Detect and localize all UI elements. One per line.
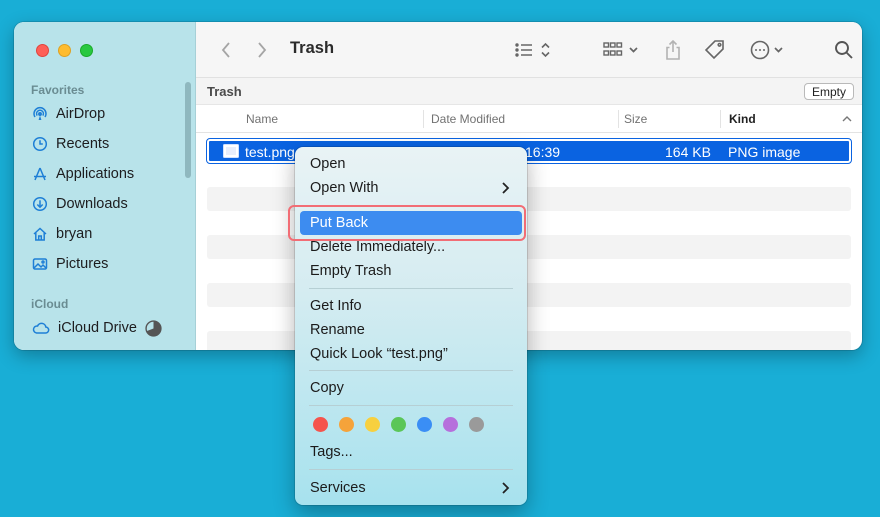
search-button[interactable] [834, 38, 854, 62]
sidebar-scrollbar[interactable] [185, 82, 191, 178]
column-size[interactable]: Size [624, 112, 647, 126]
menu-item-tags[interactable]: Tags... [300, 440, 522, 464]
group-by-button[interactable] [602, 38, 642, 62]
sidebar-item-label: bryan [56, 226, 93, 242]
column-name[interactable]: Name [246, 112, 278, 126]
sidebar-item-applications[interactable]: Applications [32, 162, 134, 186]
file-modified-time: 16:39 [525, 144, 561, 160]
sidebar: Favorites AirDrop Recents Applications D… [14, 22, 196, 350]
menu-item-get-info[interactable]: Get Info [300, 294, 522, 318]
share-button[interactable] [664, 38, 682, 62]
clock-icon [32, 136, 48, 152]
tag-purple-swatch[interactable] [443, 417, 458, 432]
menu-separator [309, 288, 513, 289]
column-divider [720, 110, 721, 128]
menu-item-rename[interactable]: Rename [300, 318, 522, 342]
chevron-right-icon [258, 42, 267, 58]
chevron-right-icon [502, 182, 510, 194]
window-title: Trash [290, 39, 335, 57]
sidebar-section-favorites: Favorites [31, 83, 85, 97]
menu-item-quick-look[interactable]: Quick Look “test.png” [300, 342, 522, 366]
tag-gray-swatch[interactable] [469, 417, 484, 432]
ellipsis-circle-icon [750, 40, 783, 60]
sidebar-item-label: Recents [56, 136, 110, 152]
home-icon [33, 227, 47, 241]
view-options-button[interactable] [514, 38, 554, 62]
sidebar-item-label: Downloads [56, 196, 128, 212]
chevron-right-icon [502, 482, 510, 494]
sidebar-item-label: Applications [56, 166, 135, 182]
grid-group-icon [603, 42, 638, 56]
sidebar-item-airdrop[interactable]: AirDrop [32, 102, 105, 126]
tag-blue-swatch[interactable] [417, 417, 432, 432]
empty-trash-button[interactable]: Empty [803, 83, 854, 100]
menu-item-label: Services [310, 480, 366, 496]
window-controls [36, 44, 93, 57]
sidebar-item-label: Pictures [56, 256, 109, 272]
sidebar-item-label: AirDrop [56, 106, 106, 122]
download-icon [32, 196, 48, 212]
sidebar-item-downloads[interactable]: Downloads [32, 192, 128, 216]
path-bar: Trash Empty [196, 78, 862, 105]
minimize-button[interactable] [58, 44, 71, 57]
menu-separator [309, 370, 513, 371]
menu-separator [309, 469, 513, 470]
tag-icon [704, 40, 724, 60]
context-menu: Open Open With Put Back Delete Immediate… [295, 147, 527, 505]
file-kind: PNG image [728, 144, 801, 160]
chevron-left-icon [221, 42, 230, 58]
sidebar-item-label: iCloud Drive [58, 320, 137, 336]
back-button[interactable] [220, 38, 232, 62]
column-divider [423, 110, 424, 128]
tag-yellow-swatch[interactable] [365, 417, 380, 432]
pictures-icon [32, 258, 48, 270]
list-view-icon [515, 42, 550, 58]
menu-item-empty-trash[interactable]: Empty Trash [300, 259, 522, 283]
applications-icon [34, 167, 46, 181]
toolbar: Trash [196, 22, 862, 78]
annotation-highlight-box [288, 205, 526, 241]
menu-item-open[interactable]: Open [300, 152, 522, 176]
tag-orange-swatch[interactable] [339, 417, 354, 432]
tag-color-picker [313, 417, 484, 432]
search-icon [835, 41, 853, 59]
tag-button[interactable] [704, 38, 726, 62]
menu-item-services[interactable]: Services [300, 476, 522, 500]
png-file-icon [223, 144, 239, 158]
tag-green-swatch[interactable] [391, 417, 406, 432]
sync-pie-icon [145, 319, 162, 337]
sort-ascending-icon [842, 116, 852, 122]
sidebar-item-pictures[interactable]: Pictures [32, 252, 108, 276]
column-date-modified[interactable]: Date Modified [431, 112, 505, 126]
column-kind[interactable]: Kind [729, 112, 756, 126]
sidebar-item-bryan[interactable]: bryan [32, 222, 92, 246]
tag-red-swatch[interactable] [313, 417, 328, 432]
sidebar-item-icloud-drive[interactable]: iCloud Drive [32, 316, 162, 340]
airdrop-icon [33, 107, 47, 120]
share-icon [666, 39, 680, 60]
forward-button[interactable] [256, 38, 268, 62]
menu-separator [309, 405, 513, 406]
icloud-icon [32, 322, 50, 334]
menu-item-label: Open With [310, 180, 379, 196]
column-header: Name Date Modified Size Kind [196, 105, 862, 133]
column-divider [618, 110, 619, 128]
close-button[interactable] [36, 44, 49, 57]
menu-item-copy[interactable]: Copy [300, 376, 522, 400]
menu-item-open-with[interactable]: Open With [300, 176, 522, 200]
more-actions-button[interactable] [749, 38, 789, 62]
sidebar-section-icloud: iCloud [31, 297, 69, 311]
file-size: 164 KB [665, 144, 711, 160]
sidebar-item-recents[interactable]: Recents [32, 132, 109, 156]
zoom-button[interactable] [80, 44, 93, 57]
path-label: Trash [207, 84, 242, 99]
file-name: test.png [245, 144, 295, 160]
